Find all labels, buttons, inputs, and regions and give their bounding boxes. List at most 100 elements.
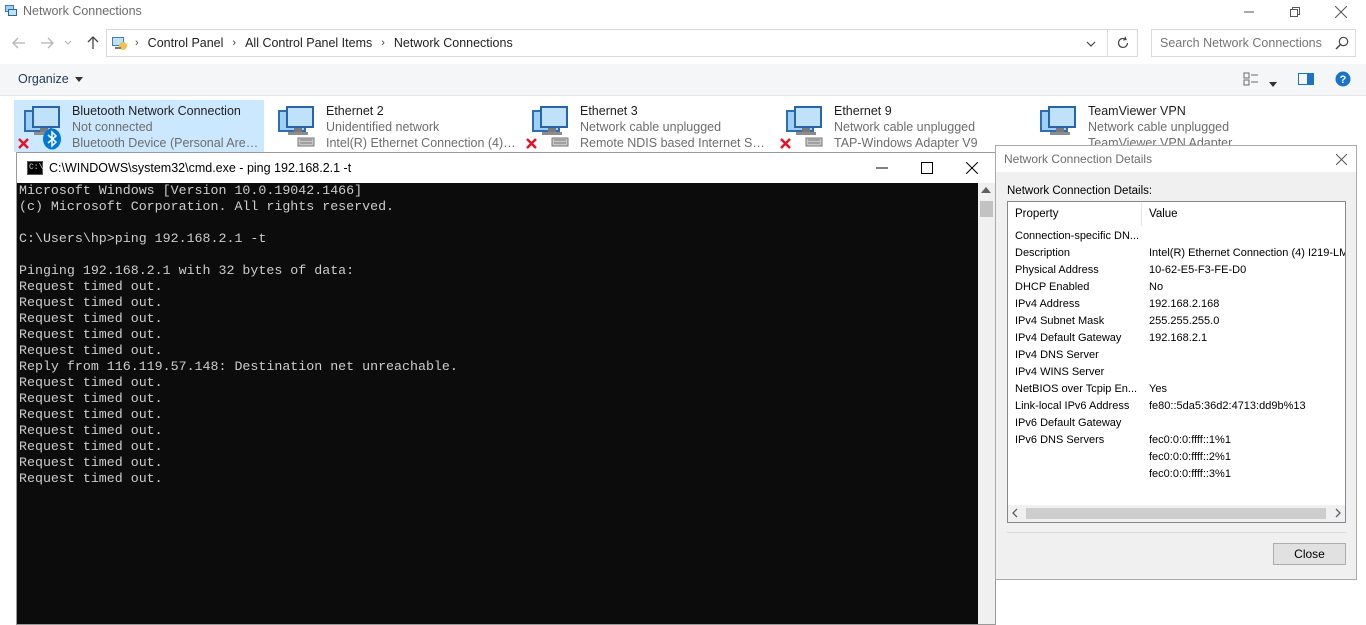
details-row[interactable]: IPv4 Subnet Mask 255.255.255.0 — [1008, 313, 1345, 330]
console-output[interactable]: Microsoft Windows [Version 10.0.19042.14… — [19, 183, 977, 624]
close-window-button[interactable] — [1318, 0, 1364, 24]
dialog-titlebar[interactable]: Network Connection Details — [996, 146, 1356, 172]
connection-device: Intel(R) Ethernet Connection (4) I... — [326, 136, 516, 150]
property-cell — [1008, 466, 1142, 483]
console-line: Reply from 116.119.57.148: Destination n… — [19, 359, 458, 374]
connection-ethernet-2[interactable]: Ethernet 2 Unidentified network Intel(R)… — [268, 100, 518, 152]
details-row[interactable]: Description Intel(R) Ethernet Connection … — [1008, 245, 1345, 262]
help-button[interactable]: ? — [1335, 71, 1351, 90]
close-button[interactable]: Close — [1273, 543, 1346, 565]
details-row[interactable]: DHCP Enabled No — [1008, 279, 1345, 296]
connection-ethernet-9[interactable]: Ethernet 9 Network cable unplugged TAP-W… — [776, 100, 1026, 152]
scroll-right-arrow-icon[interactable] — [1335, 508, 1341, 518]
minimize-icon — [1244, 11, 1254, 13]
console-line: Request timed out. — [19, 311, 163, 326]
recent-locations-button[interactable] — [62, 34, 74, 52]
property-cell: Link-local IPv6 Address — [1015, 400, 1130, 412]
value-cell — [1142, 415, 1345, 432]
connection-name: TeamViewer VPN — [1088, 104, 1186, 118]
breadcrumb: › Control Panel › All Control Panel Item… — [111, 35, 513, 51]
property-cell: IPv4 WINS Server — [1015, 366, 1105, 378]
cmd-app-icon: C:\ — [27, 161, 43, 175]
property-cell: IPv6 Default Gateway — [1015, 417, 1122, 429]
console-line: Request timed out. — [19, 439, 163, 454]
property-cell — [1008, 449, 1142, 466]
close-icon — [966, 162, 978, 174]
breadcrumb-separator: › — [135, 37, 139, 49]
value-cell: 192.168.2.168 — [1149, 298, 1220, 310]
refresh-button[interactable] — [1107, 30, 1137, 56]
help-icon: ? — [1335, 71, 1351, 87]
cmd-maximize-button[interactable] — [904, 153, 950, 183]
property-cell: IPv4 Address — [1015, 298, 1080, 310]
console-line: (c) Microsoft Corporation. All rights re… — [19, 199, 395, 214]
breadcrumb-network-connections[interactable]: Network Connections — [394, 36, 513, 50]
breadcrumb-control-panel[interactable]: Control Panel — [148, 36, 224, 50]
scroll-up-arrow-icon[interactable] — [981, 187, 991, 193]
details-row[interactable]: NetBIOS over Tcpip En... Yes — [1008, 381, 1345, 398]
search-box[interactable] — [1151, 29, 1356, 57]
details-row[interactable]: fec0:0:0:ffff::3%1 — [1008, 466, 1345, 483]
details-row[interactable]: IPv4 DNS Server — [1008, 347, 1345, 364]
preview-pane-icon — [1298, 73, 1314, 85]
arrow-up-icon — [87, 36, 99, 49]
cmd-scrollbar[interactable] — [978, 183, 995, 624]
disconnected-x-icon — [526, 138, 537, 149]
details-row[interactable]: Physical Address 10-62-E5-F3-FE-D0 — [1008, 262, 1345, 279]
connection-name: Ethernet 2 — [326, 104, 384, 118]
cmd-close-button[interactable] — [949, 153, 995, 183]
more-views-dropdown[interactable] — [1269, 76, 1277, 90]
property-cell: NetBIOS over Tcpip En... — [1015, 383, 1138, 395]
details-row[interactable]: Connection-specific DN... — [1008, 228, 1345, 245]
value-cell — [1142, 364, 1345, 381]
details-row[interactable]: Link-local IPv6 Address fe80::5da5:36d2:4… — [1008, 398, 1345, 415]
breadcrumb-all-items[interactable]: All Control Panel Items — [245, 36, 372, 50]
connection-name: Bluetooth Network Connection — [72, 104, 241, 118]
address-bar[interactable]: › Control Panel › All Control Panel Item… — [106, 29, 1138, 57]
details-dialog[interactable]: Network Connection Details Network Conne… — [995, 145, 1357, 580]
details-row[interactable]: IPv6 DNS Servers fec0:0:0:ffff::1%1 — [1008, 432, 1345, 449]
back-button[interactable] — [10, 34, 28, 52]
chevron-down-icon — [1086, 41, 1096, 47]
refresh-icon — [1117, 36, 1128, 49]
value-cell: 10-62-E5-F3-FE-D0 — [1149, 264, 1247, 276]
breadcrumb-separator: › — [232, 37, 237, 49]
scroll-left-arrow-icon[interactable] — [1012, 508, 1018, 518]
scroll-thumb[interactable] — [1026, 508, 1326, 519]
organize-menu[interactable]: Organize — [18, 72, 83, 86]
property-cell: Physical Address — [1015, 264, 1099, 276]
column-header-value[interactable]: Value — [1142, 202, 1345, 226]
dialog-close-x-button[interactable] — [1332, 150, 1350, 168]
details-row[interactable]: IPv6 Default Gateway — [1008, 415, 1345, 432]
control-panel-icon — [112, 37, 127, 50]
connection-status: Network cable unplugged — [1088, 120, 1230, 134]
console-line: Pinging 192.168.2.1 with 32 bytes of dat… — [19, 263, 355, 278]
column-header-property[interactable]: Property — [1008, 202, 1142, 226]
arrow-left-icon — [12, 37, 25, 49]
preview-pane-button[interactable] — [1298, 72, 1314, 89]
restore-button[interactable] — [1272, 0, 1318, 24]
details-hscrollbar[interactable] — [1008, 505, 1345, 522]
connection-bluetooth[interactable]: Bluetooth Network Connection Not connect… — [14, 100, 264, 152]
close-icon — [1335, 6, 1347, 18]
forward-button[interactable] — [38, 34, 56, 52]
search-input[interactable] — [1160, 35, 1330, 51]
scroll-thumb[interactable] — [980, 201, 993, 217]
change-view-button[interactable] — [1243, 72, 1259, 89]
cmd-titlebar[interactable]: C:\ C:\WINDOWS\system32\cmd.exe - ping 1… — [17, 153, 995, 183]
organize-label: Organize — [18, 72, 69, 86]
details-rows: Connection-specific DN... Description Inte… — [1008, 228, 1345, 483]
connection-ethernet-3[interactable]: Ethernet 3 Network cable unplugged Remot… — [522, 100, 772, 152]
details-row[interactable]: IPv4 Address 192.168.2.168 — [1008, 296, 1345, 313]
details-list[interactable]: Property Value Connection-specific DN...… — [1007, 201, 1346, 523]
details-row[interactable]: IPv4 Default Gateway 192.168.2.1 — [1008, 330, 1345, 347]
up-button[interactable] — [84, 34, 102, 52]
address-history-dropdown[interactable] — [1083, 36, 1099, 52]
details-row[interactable]: fec0:0:0:ffff::2%1 — [1008, 449, 1345, 466]
console-line: Request timed out. — [19, 375, 163, 390]
minimize-button[interactable] — [1226, 0, 1272, 24]
cmd-window[interactable]: C:\ C:\WINDOWS\system32\cmd.exe - ping 1… — [16, 152, 996, 625]
cmd-minimize-button[interactable] — [859, 153, 905, 183]
details-row[interactable]: IPv4 WINS Server — [1008, 364, 1345, 381]
